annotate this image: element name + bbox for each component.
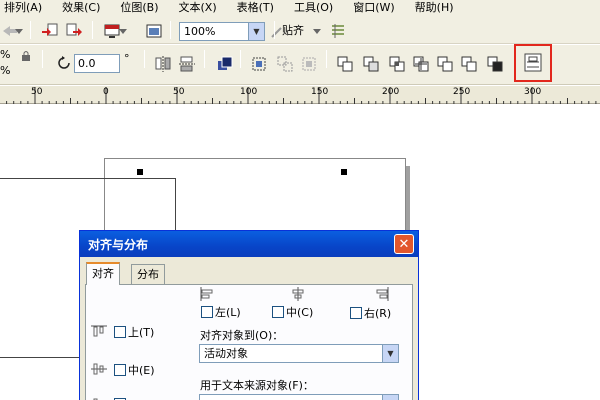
- align-to-select[interactable]: 活动对象 ▼: [199, 344, 399, 363]
- lock-ratio-icon[interactable]: [18, 48, 34, 64]
- align-right-icon: [374, 286, 390, 305]
- chevron-down-icon[interactable]: ▼: [382, 395, 398, 400]
- align-left-label: 左(L): [215, 306, 241, 319]
- chevron-down-icon[interactable]: ▼: [248, 23, 264, 40]
- percent-label: %: [0, 48, 11, 61]
- ruler-label: 0: [103, 87, 109, 97]
- selection-handle[interactable]: [341, 169, 347, 175]
- chevron-down-icon[interactable]: [118, 22, 128, 42]
- rotation-angle-input[interactable]: 0.0: [74, 54, 120, 73]
- menu-window[interactable]: 窗口(W): [353, 0, 394, 16]
- text-source-label: 用于文本来源对象(F)：: [200, 379, 314, 392]
- align-left-checkbox[interactable]: [201, 306, 213, 318]
- tab-distribute[interactable]: 分布: [131, 264, 165, 284]
- to-front-icon[interactable]: [214, 53, 236, 75]
- boundary-icon[interactable]: [484, 53, 506, 75]
- align-right-checkbox[interactable]: [350, 307, 362, 319]
- align-to-value: 活动对象: [204, 347, 248, 360]
- align-bottom-icon: [90, 396, 108, 400]
- align-to-label: 对齐对象到(O)：: [200, 329, 284, 342]
- separator: [144, 50, 145, 68]
- export-icon[interactable]: [64, 21, 84, 41]
- ruler-label: 50: [173, 87, 185, 97]
- mirror-horizontal-icon[interactable]: [152, 53, 174, 75]
- align-center-horizontal-icon: [290, 286, 306, 305]
- separator: [326, 50, 327, 68]
- ungroup-icon[interactable]: [274, 53, 296, 75]
- rotate-icon: [54, 53, 74, 73]
- simplify-icon[interactable]: [410, 53, 432, 75]
- tab-align[interactable]: 对齐: [86, 262, 120, 285]
- ruler-label: 300: [524, 87, 542, 97]
- align-distribute-dialog: 对齐与分布 ✕ 对齐 分布 左(L) 中(C) 右(R) 上(T) 中(E) 对…: [79, 230, 419, 400]
- back-minus-front-icon[interactable]: [458, 53, 480, 75]
- zoom-level-select[interactable]: 100% ▼: [179, 22, 265, 41]
- chevron-down-icon[interactable]: ▼: [382, 345, 398, 362]
- ruler-label: 150: [311, 87, 329, 97]
- menu-text[interactable]: 文本(X): [179, 0, 217, 16]
- separator: [204, 50, 205, 68]
- align-distribute-button-highlight[interactable]: [514, 44, 552, 82]
- separator: [274, 21, 275, 39]
- zoom-level-value: 100%: [184, 25, 216, 38]
- front-minus-back-icon[interactable]: [434, 53, 456, 75]
- import-icon[interactable]: [40, 21, 60, 41]
- dialog-title: 对齐与分布: [88, 238, 149, 252]
- intersect-icon[interactable]: [386, 53, 408, 75]
- close-icon[interactable]: ✕: [394, 234, 414, 254]
- welcome-screen-icon[interactable]: [144, 21, 164, 41]
- separator: [92, 21, 93, 39]
- dialog-titlebar[interactable]: 对齐与分布 ✕: [80, 231, 418, 257]
- align-center-horizontal-checkbox[interactable]: [272, 306, 284, 318]
- degree-symbol: °: [124, 52, 130, 65]
- align-center-vertical-icon: [90, 362, 108, 379]
- snap-options-icon[interactable]: [328, 21, 348, 41]
- separator: [170, 21, 171, 39]
- menu-table[interactable]: 表格(T): [237, 0, 274, 16]
- menu-bar: 排列(A) 效果(C) 位图(B) 文本(X) 表格(T) 工具(O) 窗口(W…: [0, 0, 600, 16]
- ruler-label: 50: [31, 87, 43, 97]
- trim-icon[interactable]: [360, 53, 382, 75]
- chevron-down-icon[interactable]: [312, 22, 322, 42]
- menu-effects[interactable]: 效果(C): [62, 0, 100, 16]
- menu-tools[interactable]: 工具(O): [294, 0, 333, 16]
- separator: [30, 21, 31, 39]
- chevron-down-icon[interactable]: [14, 22, 24, 42]
- align-center-horizontal-label: 中(C): [286, 306, 314, 319]
- mirror-vertical-icon[interactable]: [176, 53, 198, 75]
- ruler-label: 100: [240, 87, 258, 97]
- align-center-vertical-label: 中(E): [128, 364, 155, 377]
- separator: [240, 50, 241, 68]
- scale-percent-labels: % %: [0, 47, 10, 79]
- snap-to-menu[interactable]: 贴齐: [282, 22, 304, 40]
- align-distribute-icon[interactable]: [522, 52, 544, 74]
- align-top-checkbox[interactable]: [114, 326, 126, 338]
- align-center-vertical-checkbox[interactable]: [114, 364, 126, 376]
- menu-help[interactable]: 帮助(H): [415, 0, 454, 16]
- align-top-label: 上(T): [128, 326, 155, 339]
- ungroup-all-icon[interactable]: [298, 53, 320, 75]
- menu-arrange[interactable]: 排列(A): [4, 0, 42, 16]
- weld-icon[interactable]: [334, 53, 356, 75]
- group-icon[interactable]: [248, 53, 270, 75]
- selection-handle[interactable]: [137, 169, 143, 175]
- menu-bitmaps[interactable]: 位图(B): [120, 0, 158, 16]
- align-top-icon: [90, 324, 108, 341]
- percent-label: %: [0, 64, 11, 77]
- align-left-icon: [199, 286, 215, 305]
- align-right-label: 右(R): [364, 307, 392, 320]
- separator: [42, 50, 43, 68]
- ruler-label: 200: [382, 87, 400, 97]
- horizontal-ruler[interactable]: [0, 86, 600, 104]
- ruler-label: 250: [453, 87, 471, 97]
- text-source-select[interactable]: ▼: [199, 394, 399, 400]
